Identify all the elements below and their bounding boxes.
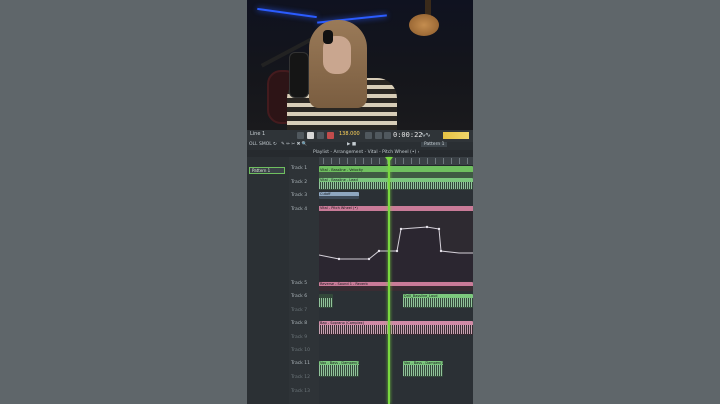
ruler-tick: [355, 158, 356, 164]
playhead[interactable]: [388, 157, 390, 404]
microphone: [289, 52, 309, 98]
pattern-sidebar: Pattern 1: [247, 157, 290, 404]
webcam-view: [247, 0, 473, 130]
wait-icon[interactable]: [375, 132, 382, 139]
track-label[interactable]: Track 10: [291, 348, 310, 353]
cpu-meter: [443, 132, 469, 139]
track-label[interactable]: Track 2: [291, 180, 307, 185]
stop-button[interactable]: [317, 132, 324, 139]
ruler-tick: [459, 158, 460, 164]
track-label[interactable]: Track 12: [291, 375, 310, 380]
pattern-dropdown[interactable]: Pattern 1: [421, 142, 448, 147]
clip-track6b[interactable]: Drill_Bassline_Loud: [403, 294, 473, 308]
ruler-tick: [403, 158, 404, 164]
countdown-icon[interactable]: [384, 132, 391, 139]
ruler-tick: [411, 158, 412, 164]
ruler-tick: [427, 158, 428, 164]
clip-track8[interactable]: Bap - Soprano (Complex): [319, 321, 473, 335]
clip-track6a[interactable]: [319, 294, 333, 308]
clip-waveform: [319, 365, 359, 376]
letterbox-right: [473, 0, 720, 404]
ruler-tick: [435, 158, 436, 164]
clip-label: Cutoff: [319, 192, 359, 196]
track-label[interactable]: Track 1: [291, 166, 307, 171]
track-label[interactable]: Track 11: [291, 361, 310, 366]
ruler-tick: [339, 158, 340, 164]
ruler-tick: [371, 158, 372, 164]
track-label[interactable]: Track 7: [291, 308, 307, 313]
clip-track5[interactable]: Reverse - Sound 1 - Reverb: [319, 282, 473, 291]
ruler-tick: [395, 158, 396, 164]
track-label[interactable]: Track 3: [291, 193, 307, 198]
automation-clip-track4[interactable]: Vital - Pitch Wheel (•): [319, 206, 473, 282]
playlist-titlebar: Playlist - Arrangement - Vital - Pitch W…: [247, 150, 473, 157]
playlist-title: Playlist - Arrangement - Vital - Pitch W…: [313, 150, 420, 155]
clip-waveform: [403, 298, 473, 307]
clip-waveform: [403, 365, 443, 376]
playlist-grid[interactable]: Vital - Bassline - Velocity Vital - Bass…: [319, 157, 473, 404]
video-frame: Line 1 138.000 0:00:22 ∿∿ OLL SMOL ↻ ✎ ✏…: [247, 0, 473, 404]
track-label[interactable]: Track 6: [291, 294, 307, 299]
clip-waveform: [319, 182, 473, 189]
timeline-ruler[interactable]: [319, 157, 473, 166]
metronome-icon[interactable]: [365, 132, 372, 139]
track-label[interactable]: Track 5: [291, 281, 307, 286]
track-label[interactable]: Track 9: [291, 335, 307, 340]
pattern-song-toggle[interactable]: [297, 132, 304, 139]
clip-track11a[interactable]: Vox - Bass - Dampen(L): [319, 361, 359, 377]
clip-waveform: [319, 325, 473, 334]
led-strip: [257, 7, 317, 19]
pitch-automation-curve[interactable]: [319, 211, 473, 282]
letterbox-left: [0, 0, 247, 404]
ruler-tick: [331, 158, 332, 164]
ruler-tick: [347, 158, 348, 164]
track-label[interactable]: Track 8: [291, 321, 307, 326]
pattern-item[interactable]: Pattern 1: [249, 167, 285, 174]
refresh-icon[interactable]: ↻: [273, 142, 277, 147]
record-button[interactable]: [327, 132, 334, 139]
waveform-monitor-icon: ∿∿: [420, 131, 431, 139]
ruler-tick: [443, 158, 444, 164]
tool-icons[interactable]: ✎ ✏ ✂ ✖ 🔍: [281, 142, 307, 147]
ruler-tick: [363, 158, 364, 164]
line-label: Line 1: [250, 131, 266, 137]
clip-track2[interactable]: Vital - Bassline - Lead: [319, 178, 473, 190]
track-label[interactable]: Track 4: [291, 207, 307, 212]
headphone: [323, 30, 333, 44]
snap-selector[interactable]: OLL SMOL: [249, 142, 272, 147]
transport-mini[interactable]: ▶ ■: [347, 142, 356, 147]
clip-track3[interactable]: Cutoff: [319, 192, 359, 199]
tempo-display[interactable]: 138.000: [339, 131, 360, 137]
play-button[interactable]: [307, 132, 314, 139]
ruler-tick: [419, 158, 420, 164]
ruler-tick: [451, 158, 452, 164]
ruler-tick: [379, 158, 380, 164]
time-display[interactable]: 0:00:22: [393, 131, 423, 140]
clip-waveform: [319, 298, 333, 307]
guitar-body: [409, 14, 439, 36]
clip-label: Vital - Bassline - Velocity: [319, 168, 473, 172]
track-header-column: Track 1 Track 2 Track 3 Track 4 Track 5 Track…: [289, 157, 319, 404]
track-label[interactable]: Track 13: [291, 389, 310, 394]
clip-track11b[interactable]: Vox - Bass - Dampen(L): [403, 361, 443, 377]
ruler-tick: [467, 158, 468, 164]
ruler-tick: [323, 158, 324, 164]
clip-label: Reverse - Sound 1 - Reverb: [319, 282, 473, 286]
